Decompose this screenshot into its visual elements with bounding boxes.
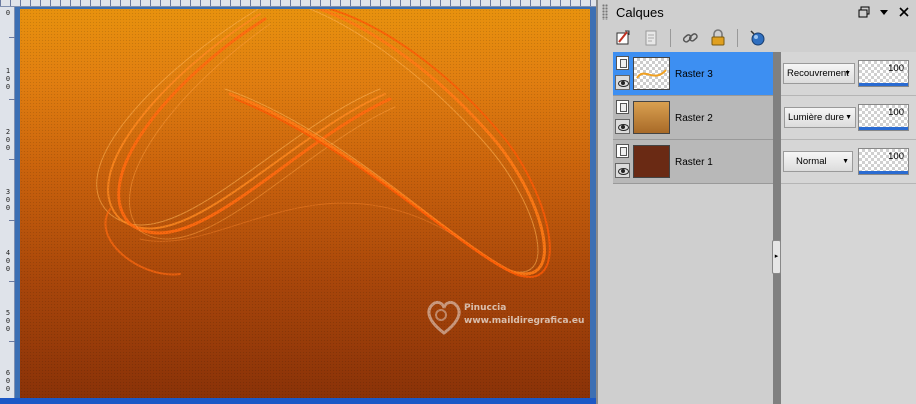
vertical-ruler: 0 1 0 0 2 0 0 3 0 0 4 0 0 5 0 0 6 0 0	[0, 7, 15, 404]
ruler-label-200: 2 0 0	[5, 128, 11, 152]
layer-name: Raster 3	[675, 69, 713, 80]
layer-props-raster-1: Normal ▼ 100	[781, 140, 916, 184]
opacity-slider[interactable]: 100	[858, 104, 909, 131]
blend-mode-select[interactable]: Recouvrement ▼	[783, 63, 855, 84]
layer-row-raster-1[interactable]: Raster 1	[613, 140, 773, 184]
ruler-label-500: 5 0 0	[5, 309, 11, 333]
opacity-value: 100	[888, 151, 904, 162]
lock-icon[interactable]	[707, 27, 729, 49]
layer-row-raster-3[interactable]: Raster 3	[613, 52, 773, 96]
visibility-eye-icon[interactable]	[615, 75, 630, 90]
blend-mode-value: Recouvrement	[787, 68, 849, 79]
ruler-label-600: 6 0 0	[5, 369, 11, 393]
opacity-fill	[859, 83, 908, 86]
opacity-slider[interactable]: 100	[858, 60, 909, 87]
opacity-value: 100	[888, 63, 904, 74]
opacity-fill	[859, 171, 908, 174]
ruler-label-400: 4 0 0	[5, 249, 11, 273]
ruler-label-300: 3 0 0	[5, 188, 11, 212]
workspace: 0 1 0 0 2 0 0 3 0 0 4 0 0 5 0 0 6 0 0 Pi…	[0, 0, 916, 404]
layer-name: Raster 1	[675, 157, 713, 168]
opacity-fill	[859, 127, 908, 130]
layers-panel: Calques Raster 3 Raster 2 Raster 1 ▸ Rec…	[596, 0, 916, 404]
layer-thumbnail	[633, 101, 670, 134]
ribbon-artwork	[96, 9, 551, 278]
watermark-name: Pinuccia	[464, 303, 507, 313]
layer-properties-icon[interactable]	[640, 27, 662, 49]
layer-thumbnail	[633, 57, 670, 90]
canvas-scrollbar[interactable]	[0, 398, 596, 404]
panel-splitter[interactable]	[773, 52, 781, 404]
layer-group-icon[interactable]	[616, 100, 629, 114]
blend-mode-value: Lumière dure	[788, 112, 844, 123]
panel-grip[interactable]	[602, 4, 608, 20]
layer-group-icon[interactable]	[616, 144, 629, 158]
canvas-frame: Pinuccia www.maildiregrafica.eu	[15, 7, 596, 404]
new-layer-icon[interactable]	[612, 27, 634, 49]
horizontal-ruler	[0, 0, 596, 7]
toolbar-separator	[737, 29, 738, 47]
layer-thumbnail	[633, 145, 670, 178]
layer-row-raster-2[interactable]: Raster 2	[613, 96, 773, 140]
toolbar-separator	[670, 29, 671, 47]
chevron-down-icon: ▼	[845, 114, 852, 121]
layer-list: Raster 3 Raster 2 Raster 1	[613, 52, 773, 184]
layer-props-raster-2: Lumière dure ▼ 100	[781, 96, 916, 140]
opacity-slider[interactable]: 100	[858, 148, 909, 175]
panel-controls	[858, 6, 910, 18]
blend-mode-select[interactable]: Lumière dure ▼	[784, 107, 856, 128]
layers-toolbar	[612, 26, 768, 50]
splitter-handle-icon[interactable]: ▸	[772, 240, 781, 274]
restore-icon[interactable]	[858, 6, 870, 18]
chevron-down-icon: ▼	[844, 70, 851, 77]
heart-logo-icon	[427, 300, 461, 335]
visibility-eye-icon[interactable]	[615, 119, 630, 134]
link-icon[interactable]	[679, 27, 701, 49]
ruler-label-0: 0	[5, 9, 11, 17]
watermark-url: www.maildiregrafica.eu	[464, 316, 585, 326]
layer-name: Raster 2	[675, 113, 713, 124]
layer-group-icon[interactable]	[616, 56, 629, 70]
close-icon[interactable]	[898, 6, 910, 18]
mask-icon[interactable]	[746, 27, 768, 49]
watermark: Pinuccia www.maildiregrafica.eu	[422, 295, 590, 345]
opacity-value: 100	[888, 107, 904, 118]
blend-mode-select[interactable]: Normal ▼	[783, 151, 853, 172]
dropdown-icon[interactable]	[878, 6, 890, 18]
image-canvas[interactable]: Pinuccia www.maildiregrafica.eu	[20, 9, 590, 398]
chevron-down-icon: ▼	[842, 158, 849, 165]
layer-properties-column: Recouvrement▼ 100 Lumière dure▼ 100 No	[781, 52, 916, 404]
panel-title: Calques	[616, 5, 664, 20]
visibility-eye-icon[interactable]	[615, 163, 630, 178]
blend-mode-value: Normal	[796, 156, 827, 167]
layer-props-raster-3: Recouvrement ▼ 100	[781, 52, 916, 96]
ruler-label-100: 1 0 0	[5, 67, 11, 91]
